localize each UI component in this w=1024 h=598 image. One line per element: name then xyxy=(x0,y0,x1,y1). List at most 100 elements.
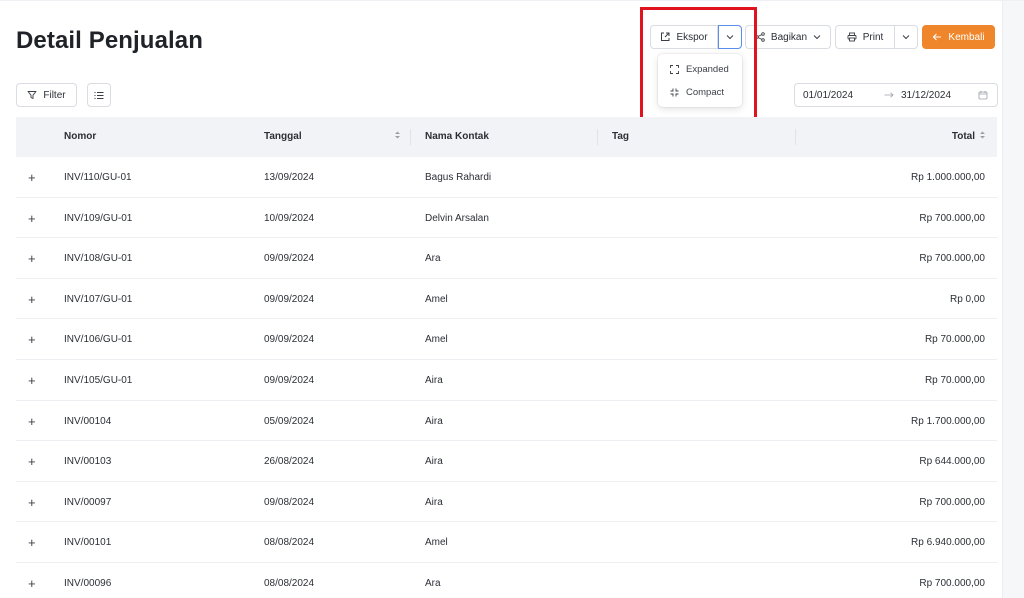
cell-tanggal: 08/08/2024 xyxy=(264,537,315,549)
cell-tanggal: 05/09/2024 xyxy=(264,415,315,427)
export-menu-item-compact[interactable]: Compact xyxy=(658,81,742,104)
cell-total: Rp 70.000,00 xyxy=(924,374,985,386)
cell-tanggal: 09/09/2024 xyxy=(264,374,315,386)
header-nomor[interactable]: Nomor xyxy=(64,131,96,142)
chevron-down-icon xyxy=(726,35,734,40)
back-label: Kembali xyxy=(948,31,985,43)
export-label: Ekspor xyxy=(676,31,708,43)
cell-tanggal: 09/08/2024 xyxy=(264,496,315,508)
sort-icon[interactable] xyxy=(394,130,401,140)
table-row[interactable]: + INV/00096 08/08/2024 Ara Rp 700.000,00 xyxy=(16,563,997,598)
expand-row-icon[interactable]: + xyxy=(28,576,36,591)
date-start: 01/01/2024 xyxy=(803,90,854,101)
sort-icon[interactable] xyxy=(979,130,986,140)
arrow-left-icon xyxy=(933,33,942,41)
table-row[interactable]: + INV/00101 08/08/2024 Amel Rp 6.940.000,00 xyxy=(16,522,997,563)
table-header: Nomor Tanggal Nama Kontak Tag Total xyxy=(16,117,997,157)
compact-icon xyxy=(670,88,679,97)
share-label: Bagikan xyxy=(770,31,808,43)
print-button[interactable]: Print xyxy=(835,25,895,49)
cell-nomor: INV/106/GU-01 xyxy=(64,334,133,346)
table-row[interactable]: + INV/109/GU-01 10/09/2024 Delvin Arsalan Rp… xyxy=(16,198,997,239)
cell-kontak: Amel xyxy=(425,334,448,346)
cell-nomor: INV/108/GU-01 xyxy=(64,253,133,265)
cell-kontak: Amel xyxy=(425,537,448,549)
cell-kontak: Delvin Arsalan xyxy=(425,212,489,224)
expand-row-icon[interactable]: + xyxy=(28,535,36,550)
expand-row-icon[interactable]: + xyxy=(28,292,36,307)
chevron-down-icon xyxy=(813,35,821,40)
cell-tanggal: 08/08/2024 xyxy=(264,577,315,589)
list-icon xyxy=(94,91,104,99)
table-row[interactable]: + INV/108/GU-01 09/09/2024 Ara Rp 700.000,00 xyxy=(16,238,997,279)
column-divider xyxy=(410,129,411,145)
expand-row-icon[interactable]: + xyxy=(28,414,36,429)
cell-total: Rp 700.000,00 xyxy=(919,577,985,589)
cell-total: Rp 644.000,00 xyxy=(919,456,985,468)
date-range-picker[interactable]: 01/01/2024 31/12/2024 xyxy=(794,83,998,107)
export-menu-item-expanded[interactable]: Expanded xyxy=(658,58,742,81)
cell-total: Rp 1.700.000,00 xyxy=(911,415,985,427)
cell-nomor: INV/00103 xyxy=(64,456,112,468)
cell-total: Rp 700.000,00 xyxy=(919,496,985,508)
table-row[interactable]: + INV/00097 09/08/2024 Aira Rp 700.000,00 xyxy=(16,482,997,523)
scrollbar-track[interactable] xyxy=(1002,1,1024,598)
table-row[interactable]: + INV/00104 05/09/2024 Aira Rp 1.700.000,00 xyxy=(16,401,997,442)
filter-label: Filter xyxy=(43,89,66,101)
export-menu-item-label: Expanded xyxy=(686,64,729,75)
cell-tanggal: 13/09/2024 xyxy=(264,172,315,183)
cell-nomor: INV/105/GU-01 xyxy=(64,374,133,386)
cell-total: Rp 0,00 xyxy=(949,293,985,305)
header-kontak[interactable]: Nama Kontak xyxy=(425,131,489,142)
expand-row-icon[interactable]: + xyxy=(28,211,36,226)
share-icon xyxy=(755,32,765,42)
table-row[interactable]: + INV/105/GU-01 09/09/2024 Aira Rp 70.000,00 xyxy=(16,360,997,401)
cell-total: Rp 6.940.000,00 xyxy=(911,537,985,549)
cell-nomor: INV/110/GU-01 xyxy=(64,172,132,183)
cell-tanggal: 26/08/2024 xyxy=(264,456,315,468)
cell-tanggal: 09/09/2024 xyxy=(264,334,315,346)
expand-row-icon[interactable]: + xyxy=(28,454,36,469)
table-row[interactable]: + INV/110/GU-01 13/09/2024 Bagus Rahardi Rp … xyxy=(16,157,997,198)
cell-total: Rp 700.000,00 xyxy=(919,212,985,224)
expand-icon xyxy=(670,65,679,74)
print-label: Print xyxy=(862,31,884,43)
back-button[interactable]: Kembali xyxy=(922,25,995,49)
column-settings-button[interactable] xyxy=(87,83,111,107)
cell-nomor: INV/00097 xyxy=(64,496,112,508)
sales-table: Nomor Tanggal Nama Kontak Tag Total + INV… xyxy=(16,117,997,598)
filter-icon xyxy=(27,91,37,99)
expand-row-icon[interactable]: + xyxy=(28,332,36,347)
cell-total: Rp 1.000.000,00 xyxy=(911,172,985,183)
share-button[interactable]: Bagikan xyxy=(745,25,831,49)
header-tag[interactable]: Tag xyxy=(612,131,629,142)
print-dropdown-toggle[interactable] xyxy=(894,25,918,49)
export-button[interactable]: Ekspor xyxy=(650,25,718,49)
table-body: + INV/110/GU-01 13/09/2024 Bagus Rahardi Rp … xyxy=(16,157,997,598)
cell-total: Rp 700.000,00 xyxy=(919,253,985,265)
table-row[interactable]: + INV/00103 26/08/2024 Aira Rp 644.000,00 xyxy=(16,441,997,482)
filter-button[interactable]: Filter xyxy=(16,83,77,107)
expand-row-icon[interactable]: + xyxy=(28,495,36,510)
table-row[interactable]: + INV/106/GU-01 09/09/2024 Amel Rp 70.000,00 xyxy=(16,319,997,360)
expand-row-icon[interactable]: + xyxy=(28,251,36,266)
export-icon xyxy=(661,32,670,41)
cell-kontak: Amel xyxy=(425,293,448,305)
cell-nomor: INV/109/GU-01 xyxy=(64,212,133,224)
export-dropdown-toggle[interactable] xyxy=(718,25,742,49)
column-divider xyxy=(795,129,796,145)
header-tanggal[interactable]: Tanggal xyxy=(264,131,302,142)
expand-row-icon[interactable]: + xyxy=(28,373,36,388)
table-row[interactable]: + INV/107/GU-01 09/09/2024 Amel Rp 0,00 xyxy=(16,279,997,320)
page-title: Detail Penjualan xyxy=(16,27,203,54)
cell-kontak: Aira xyxy=(425,496,443,508)
printer-icon xyxy=(847,32,857,42)
cell-total: Rp 70.000,00 xyxy=(924,334,985,346)
cell-tanggal: 09/09/2024 xyxy=(264,253,315,265)
header-total[interactable]: Total xyxy=(952,131,975,142)
expand-row-icon[interactable]: + xyxy=(28,170,36,185)
calendar-icon xyxy=(978,91,988,100)
arrow-right-icon xyxy=(884,92,894,98)
cell-kontak: Aira xyxy=(425,415,443,427)
cell-tanggal: 09/09/2024 xyxy=(264,293,315,305)
